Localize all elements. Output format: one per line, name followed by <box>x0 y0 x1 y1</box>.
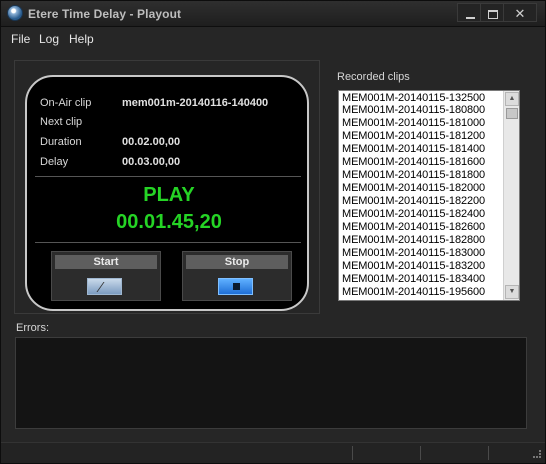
list-item[interactable]: MEM001M-20140115-183200 <box>342 260 485 272</box>
stop-button-label: Stop <box>186 255 288 269</box>
next-clip-label: Next clip <box>40 116 83 128</box>
list-item[interactable]: MEM001M-20140115-181000 <box>342 117 485 129</box>
list-item[interactable]: MEM001M-20140115-182800 <box>342 234 485 246</box>
errors-label: Errors: <box>16 322 49 334</box>
resize-grip-icon[interactable] <box>533 450 541 458</box>
menu-file[interactable]: File <box>11 32 30 46</box>
recorded-clips-list[interactable]: MEM001M-20140115-132500 MEM001M-20140115… <box>338 90 520 301</box>
delay-label: Delay <box>40 156 69 168</box>
scroll-down-button[interactable]: ▼ <box>505 285 519 299</box>
chevron-down-icon: ▼ <box>508 288 516 295</box>
list-item[interactable]: MEM001M-20140115-182600 <box>342 221 485 233</box>
close-icon: ✕ <box>514 6 526 21</box>
start-button-label: Start <box>55 255 157 269</box>
status-separator <box>352 446 353 460</box>
app-window: Etere Time Delay - Playout ✕ File Log He… <box>0 0 546 464</box>
list-item[interactable]: MEM001M-20140115-181200 <box>342 130 485 142</box>
playout-time: 00.01.45,20 <box>116 211 222 233</box>
list-item[interactable]: MEM001M-20140115-180800 <box>342 104 485 116</box>
stop-icon <box>218 278 253 295</box>
status-bar <box>1 442 545 463</box>
panel-divider <box>35 242 301 243</box>
clips-scrollbar[interactable]: ▲ ▼ <box>503 91 519 300</box>
recorded-clips-label: Recorded clips <box>337 71 410 83</box>
list-item[interactable]: MEM001M-20140115-183400 <box>342 273 485 285</box>
list-item[interactable]: MEM001M-20140115-182000 <box>342 182 485 194</box>
close-button[interactable]: ✕ <box>503 3 537 22</box>
title-bar[interactable]: Etere Time Delay - Playout ✕ <box>1 1 545 27</box>
list-item[interactable]: MEM001M-20140115-181800 <box>342 169 485 181</box>
minimize-icon <box>465 16 475 19</box>
maximize-icon <box>488 10 498 20</box>
list-item[interactable]: MEM001M-20140115-182400 <box>342 208 485 220</box>
menu-help[interactable]: Help <box>69 32 94 46</box>
window-title: Etere Time Delay - Playout <box>28 7 182 21</box>
errors-box[interactable] <box>15 337 527 429</box>
on-air-clip-label: On-Air clip <box>40 97 92 109</box>
stop-button[interactable]: Stop <box>182 251 292 301</box>
chevron-up-icon: ▲ <box>508 95 516 102</box>
list-item[interactable]: MEM001M-20140115-181400 <box>342 143 485 155</box>
status-separator <box>420 446 421 460</box>
delay-value: 00.03.00,00 <box>122 156 181 168</box>
list-item[interactable]: MEM001M-20140115-195600 <box>342 286 485 298</box>
list-item[interactable]: MEM001M-20140115-132500 <box>342 92 485 104</box>
playout-status: PLAY <box>143 184 195 206</box>
onair-panel: On-Air clip mem001m-20140116-140400 Next… <box>25 75 309 311</box>
menu-bar: File Log Help <box>1 29 545 49</box>
duration-value: 00.02.00,00 <box>122 136 181 148</box>
duration-label: Duration <box>40 136 82 148</box>
on-air-clip-value: mem001m-20140116-140400 <box>122 97 269 109</box>
panel-divider <box>35 176 301 177</box>
status-separator <box>488 446 489 460</box>
list-item[interactable]: MEM001M-20140115-182200 <box>342 195 485 207</box>
app-logo-icon <box>7 5 23 21</box>
start-icon <box>87 278 122 295</box>
list-item[interactable]: MEM001M-20140115-183000 <box>342 247 485 259</box>
scroll-thumb[interactable] <box>506 108 518 119</box>
scroll-up-button[interactable]: ▲ <box>505 92 519 106</box>
start-button[interactable]: Start <box>51 251 161 301</box>
list-item[interactable]: MEM001M-20140115-181600 <box>342 156 485 168</box>
menu-log[interactable]: Log <box>39 32 59 46</box>
